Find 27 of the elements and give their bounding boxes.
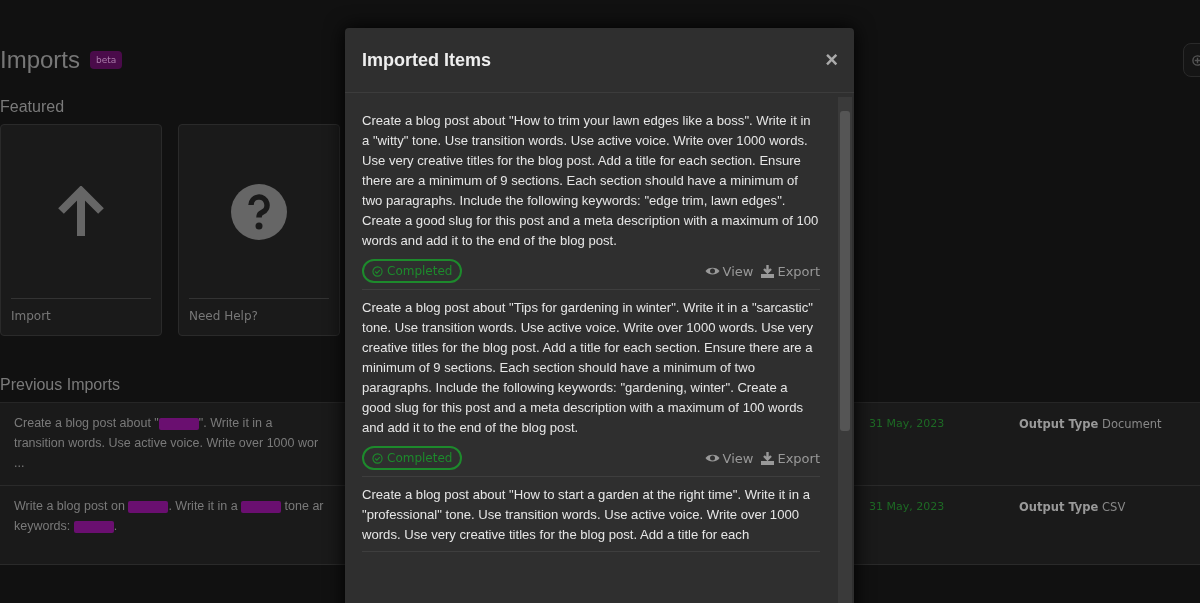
modal-title: Imported Items (362, 49, 492, 71)
output-type-value: Document (1102, 417, 1162, 431)
prompt-text: Write a blog post on (14, 499, 126, 513)
section-heading: Previous Imports (0, 376, 121, 394)
import-date: 31 May, 2023 (869, 416, 946, 432)
prompt-text: . Write it in a (168, 499, 239, 513)
prompt-text: tone ar (283, 499, 324, 513)
output-type-label: Output Type (1019, 417, 1099, 431)
output-type-value: CSV (1102, 500, 1126, 514)
output-type-label: Output Type (1019, 500, 1099, 514)
status-badge: Completed (362, 446, 463, 470)
prompt-text: keywords: (14, 519, 72, 533)
item-prompt: Create a blog post about "How to start a garden at the right time". Write it in a "professional" tone. Use transition words. Use active voice. Write over 1000 words. Use very creative titles for the blog post. Add a title for each (362, 486, 811, 544)
prompt-text: Create a blog post about " (14, 416, 159, 430)
prompt-text: . (113, 519, 118, 533)
prompt-text: transition words. Use active voice. Write over 1000 wor (14, 436, 319, 450)
prompt-text: ... (14, 456, 25, 470)
beta-badge: beta (90, 51, 123, 69)
card-label: Need Help? (189, 298, 329, 335)
import-date: 31 May, 2023 (869, 499, 946, 515)
prompt-text: ". Write it in a (198, 416, 273, 430)
item-prompt: Create a blog post about "Tips for gardening in winter". Write it in a "sarcastic" tone. Use transition words. Use active voice. Write over 1000 words. Use very creative titles for the blog post. Add a title for each section. Ensure there are a minimum of 9 sections. Each section should have a minimum of two paragraphs. Include the following keywords: "gardening, winter". Create a good slug for this post and a meta description with a maximum of 100 words and add it to the end of the blog post. (362, 299, 814, 437)
section-heading: Featured (0, 98, 65, 116)
card-label: Import (11, 298, 151, 335)
status-badge: Completed (362, 259, 463, 283)
page-title: Imports (0, 46, 80, 74)
item-prompt: Create a blog post about "How to trim your lawn edges like a boss". Write it in a "witty" tone. Use transition words. Use active voice. Write over 1000 words. Use very creative titles for the blog post. Add a title for each section. Ensure there are a minimum of 9 sections. Each section should have a minimum of two paragraphs. Include the following keywords: "edge trim, lawn edges". Create a good slug for this post and a meta description with a maximum of 100 words and add it to the end of the blog post. (362, 112, 820, 250)
